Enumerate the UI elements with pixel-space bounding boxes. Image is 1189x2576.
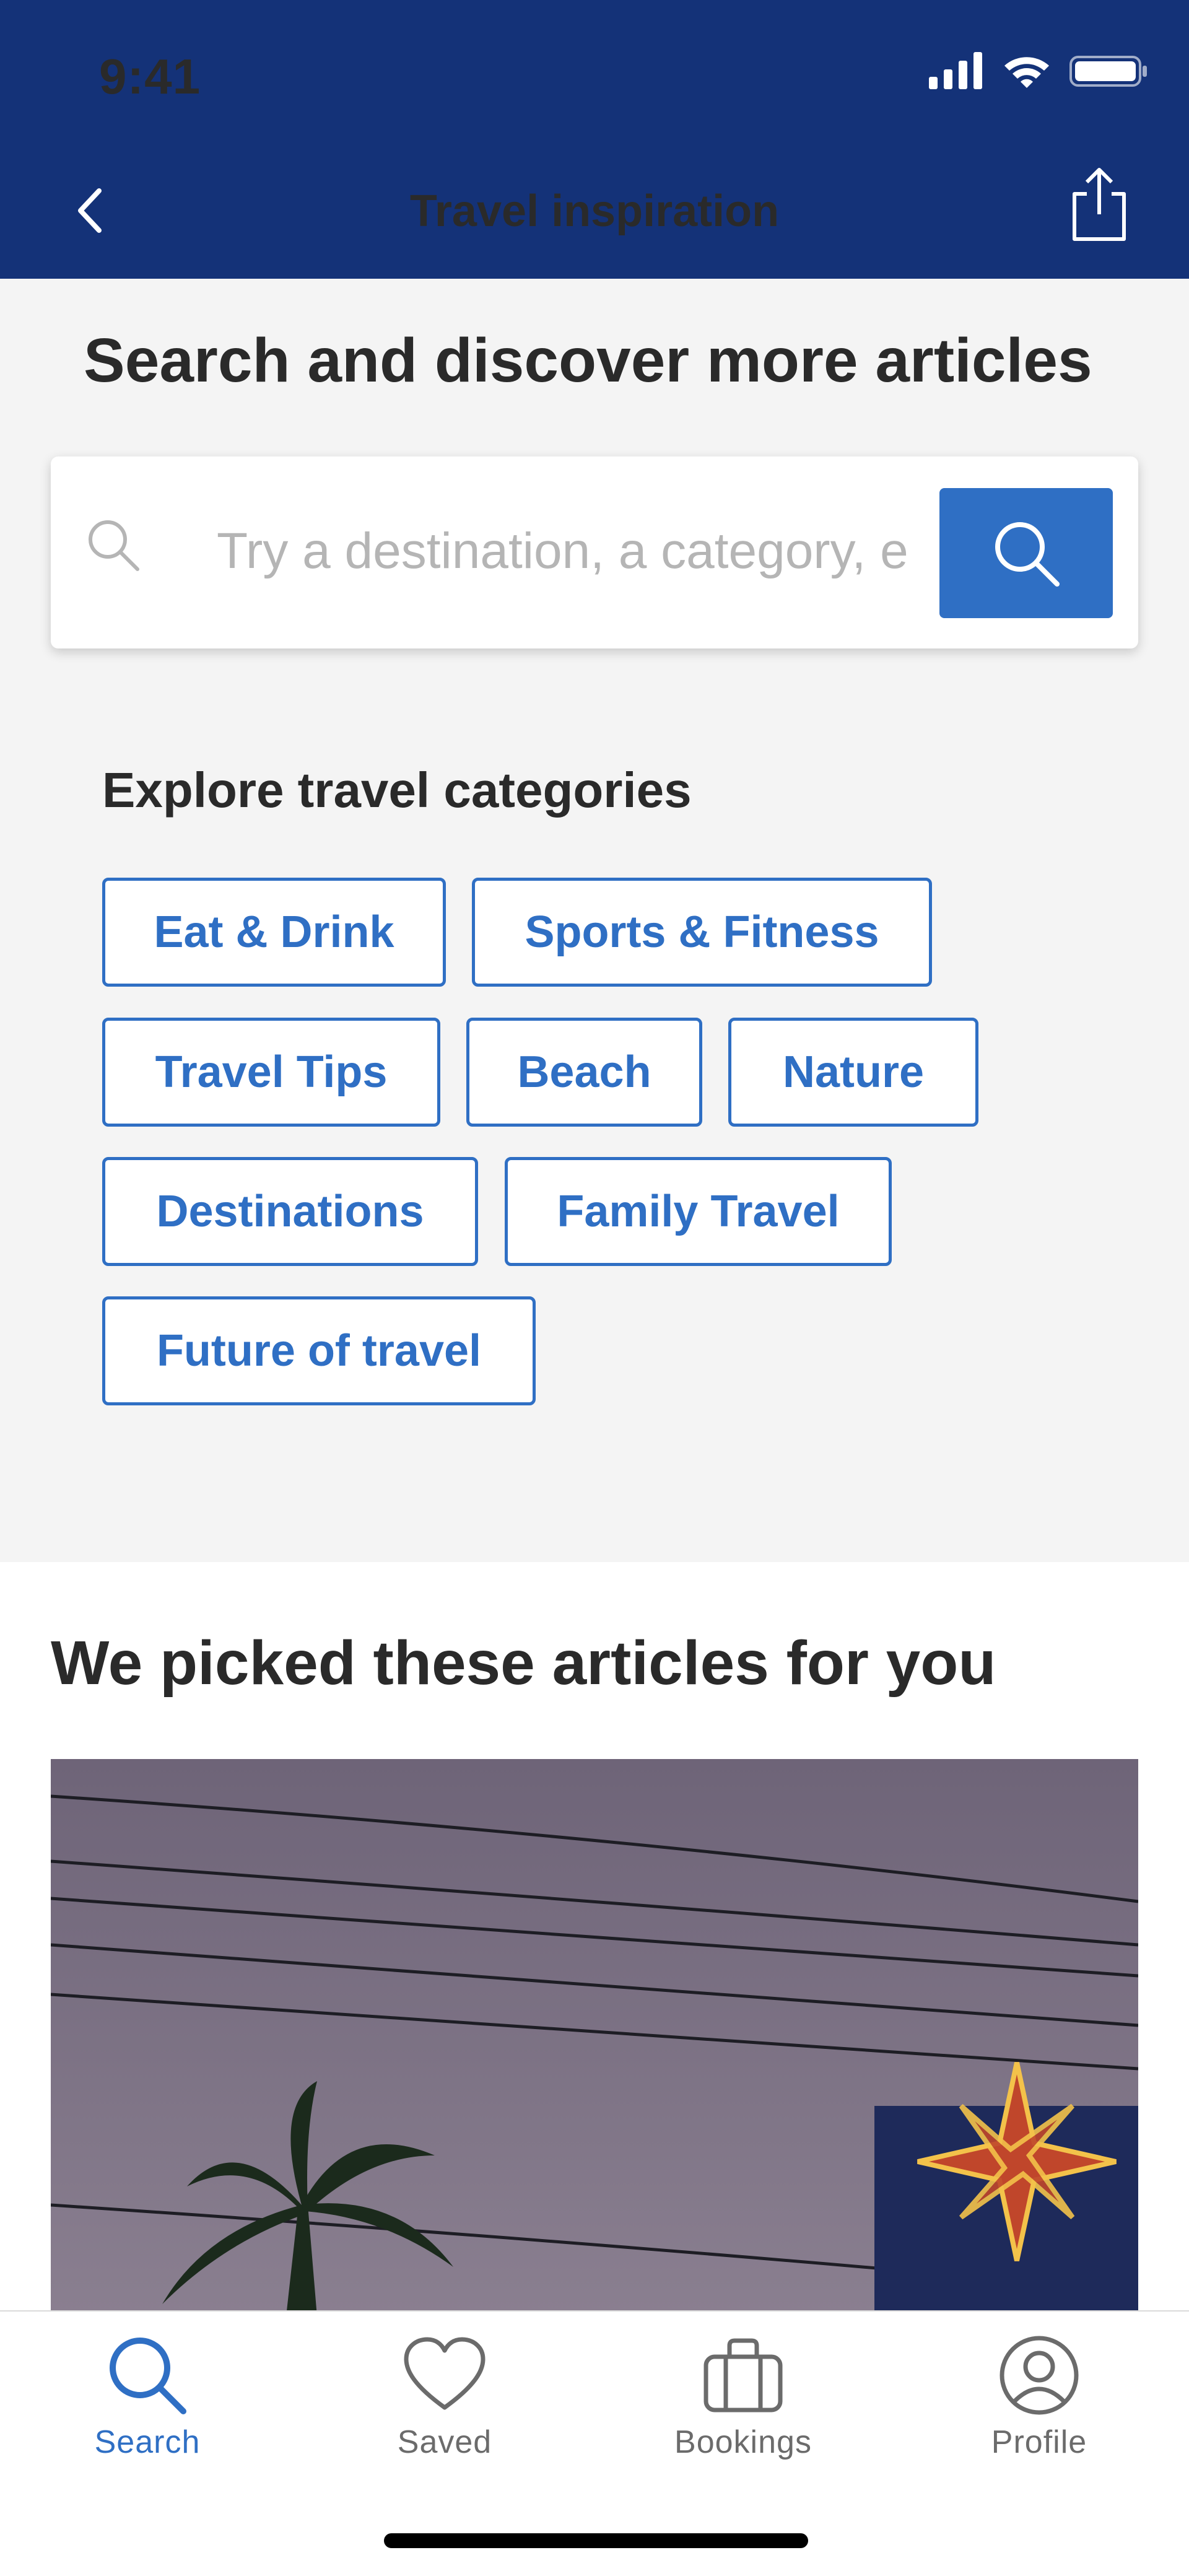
category-chip-travel-tips[interactable]: Travel Tips: [102, 1018, 440, 1127]
search-icon: [110, 2338, 186, 2414]
categories-heading: Explore travel categories: [102, 762, 692, 818]
category-chip-destinations[interactable]: Destinations: [102, 1157, 478, 1266]
tab-bookings[interactable]: Bookings: [650, 2332, 836, 2461]
category-chip-sports-fitness[interactable]: Sports & Fitness: [472, 878, 932, 987]
home-indicator: [384, 2533, 808, 2548]
share-button[interactable]: [1065, 164, 1133, 245]
tab-label: Profile: [991, 2424, 1087, 2460]
tab-profile[interactable]: Profile: [946, 2332, 1132, 2461]
article-card-image[interactable]: [51, 1759, 1138, 2316]
share-icon: [1073, 167, 1126, 241]
briefcase-icon: [703, 2338, 783, 2412]
status-time: 9:41: [99, 49, 201, 104]
tab-label: Bookings: [674, 2424, 812, 2460]
search-section-heading: Search and discover more articles: [84, 326, 1092, 395]
category-chip-family-travel[interactable]: Family Travel: [505, 1157, 892, 1266]
search-icon: [85, 517, 141, 576]
tab-label: Search: [94, 2424, 201, 2460]
status-icons: [929, 52, 1149, 89]
category-chip-future-of-travel[interactable]: Future of travel: [102, 1296, 536, 1405]
heart-icon: [404, 2337, 486, 2410]
search-icon: [995, 522, 1060, 587]
app-header: [0, 0, 1189, 279]
search-button[interactable]: [939, 488, 1113, 618]
category-chip-eat-drink[interactable]: Eat & Drink: [102, 878, 446, 987]
tab-search[interactable]: Search: [54, 2332, 240, 2461]
category-chip-beach[interactable]: Beach: [466, 1018, 702, 1127]
tab-label: Saved: [397, 2424, 492, 2460]
category-chip-nature[interactable]: Nature: [728, 1018, 978, 1127]
battery-icon: [1069, 56, 1147, 87]
page-title: Travel inspiration: [409, 186, 780, 236]
tab-saved[interactable]: Saved: [352, 2332, 538, 2461]
cellular-signal-icon: [929, 52, 982, 89]
articles-heading: We picked these articles for you: [51, 1628, 996, 1698]
profile-icon: [1000, 2336, 1079, 2415]
wifi-icon: [1004, 57, 1049, 88]
search-input[interactable]: [217, 514, 935, 588]
